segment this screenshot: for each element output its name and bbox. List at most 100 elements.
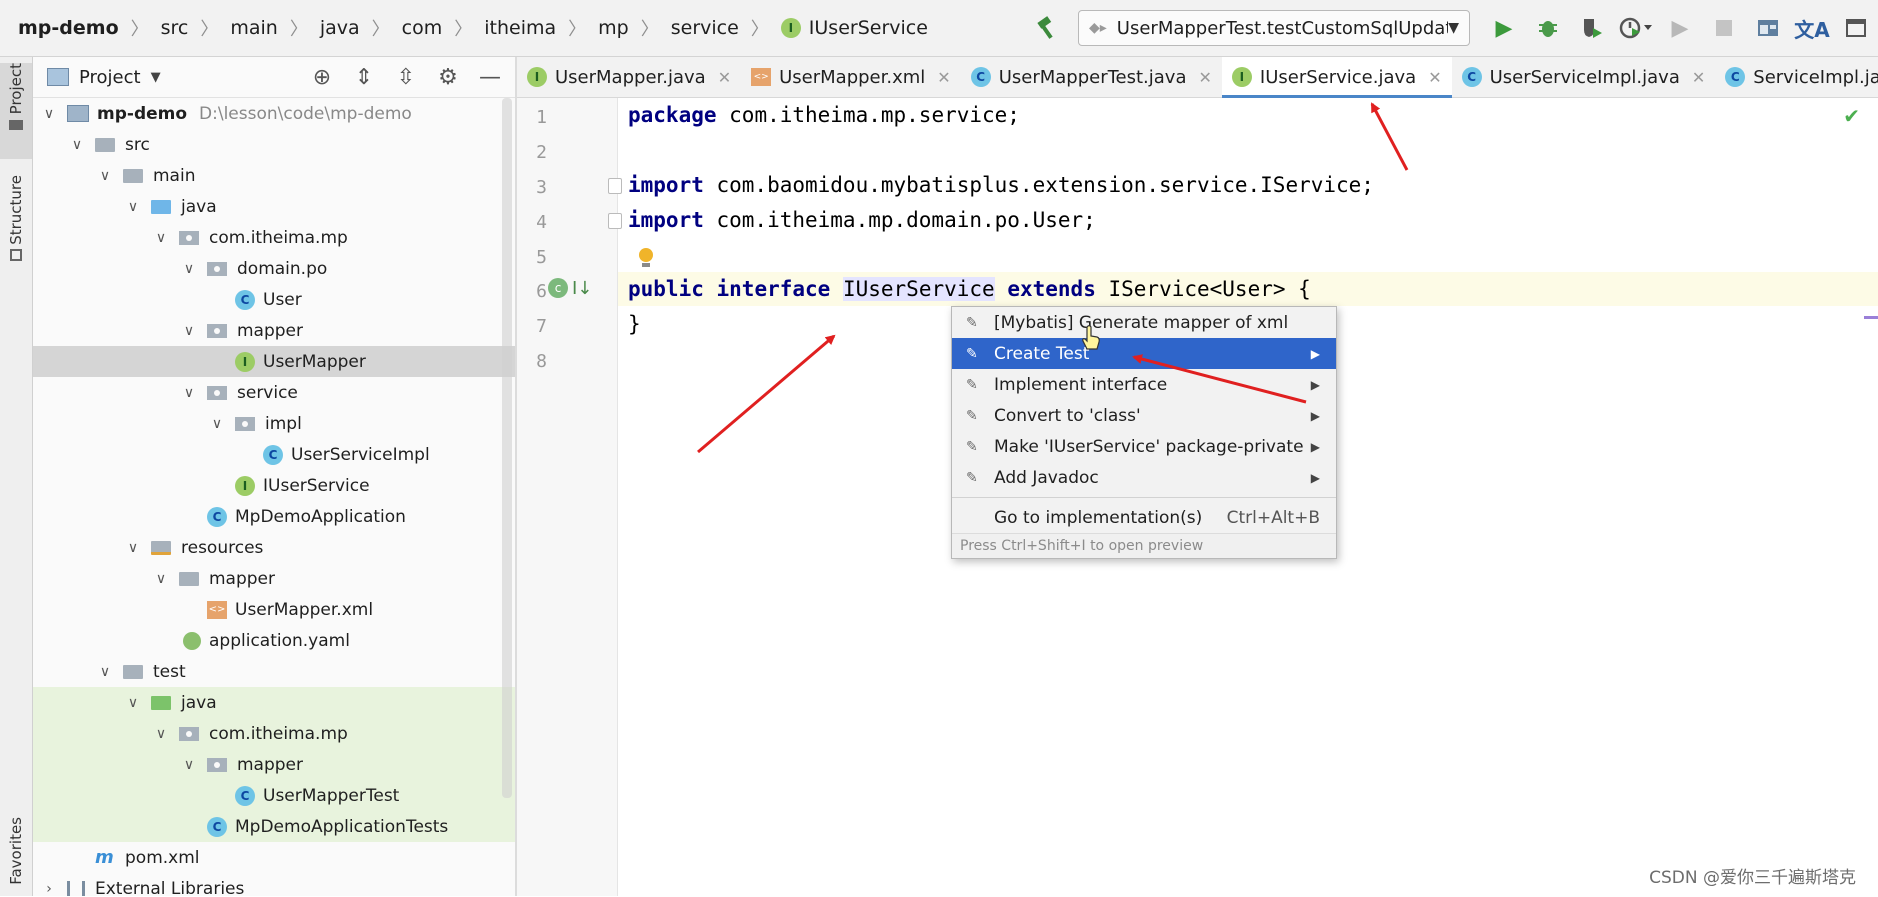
tree-row[interactable]: I UserMapper — [33, 346, 515, 377]
tree-row[interactable]: ∨ java — [33, 191, 515, 222]
tree-row[interactable]: <> UserMapper.xml — [33, 594, 515, 625]
tree-row[interactable]: ∨ service — [33, 377, 515, 408]
breadcrumb-item[interactable]: itheima — [484, 17, 556, 39]
tree-row[interactable]: C MpDemoApplication — [33, 501, 515, 532]
breadcrumb-item[interactable]: src — [161, 17, 189, 39]
tree-row[interactable]: ∨ main — [33, 160, 515, 191]
tree-row[interactable]: ∨ java — [33, 687, 515, 718]
breadcrumb-item[interactable]: service — [671, 17, 739, 39]
menu-item[interactable]: ✎ Convert to 'class' ▶ — [952, 400, 1336, 431]
tree-row[interactable]: ∨ com.itheima.mp — [33, 222, 515, 253]
close-icon[interactable]: ✕ — [1692, 68, 1705, 87]
hammer-icon[interactable] — [1028, 8, 1068, 48]
menu-item[interactable]: ✎ Add Javadoc ▶ — [952, 462, 1336, 493]
editor-tab[interactable]: I UserMapper.java ✕ — [517, 57, 741, 97]
chevron-down-icon[interactable]: ∨ — [95, 168, 115, 184]
tool-tab-favorites[interactable]: Favorites — [0, 817, 32, 897]
stop-icon[interactable] — [1704, 8, 1744, 48]
tree-row[interactable]: ∨ mapper — [33, 563, 515, 594]
debug-icon[interactable] — [1528, 8, 1568, 48]
chevron-down-icon[interactable]: ∨ — [95, 664, 115, 680]
chevron-down-icon[interactable]: ∨ — [151, 230, 171, 246]
tree-row[interactable]: ∨ com.itheima.mp — [33, 718, 515, 749]
tree-row[interactable]: C UserServiceImpl — [33, 439, 515, 470]
chevron-down-icon[interactable]: ∨ — [179, 261, 199, 277]
tree-row[interactable]: m pom.xml — [33, 842, 515, 873]
profile-icon[interactable] — [1616, 8, 1656, 48]
tree-row[interactable]: ∨ src — [33, 129, 515, 160]
editor-tab[interactable]: C ServiceImpl.java ✕ — [1715, 57, 1878, 97]
chevron-down-icon[interactable]: ∨ — [179, 323, 199, 339]
menu-item-selected[interactable]: ✎ Create Test ▶ — [952, 338, 1336, 369]
chevron-down-icon[interactable]: ∨ — [123, 199, 143, 215]
chevron-down-icon[interactable]: ∨ — [151, 726, 171, 742]
tool-tab-project[interactable]: Project — [0, 63, 32, 159]
close-icon[interactable]: ✕ — [718, 68, 731, 87]
minimize-icon[interactable]: — — [469, 65, 511, 90]
chevron-down-icon[interactable]: ∨ — [179, 385, 199, 401]
tree-row[interactable]: ∨ resources — [33, 532, 515, 563]
project-panel-title[interactable]: Project — [79, 67, 141, 88]
run-configuration-select[interactable]: ◆▸ UserMapperTest.testCustomSqlUpdate ▼ — [1078, 10, 1470, 46]
run-disabled-icon[interactable]: ▶ — [1660, 8, 1700, 48]
chevron-down-icon[interactable]: ∨ — [179, 757, 199, 773]
chevron-down-icon[interactable]: ∨ — [67, 137, 87, 153]
chevron-right-icon[interactable]: › — [39, 881, 59, 897]
close-icon[interactable]: ✕ — [1198, 68, 1211, 87]
close-icon[interactable]: ✕ — [1428, 68, 1441, 87]
expand-all-icon[interactable]: ⇕ — [343, 65, 385, 90]
coverage-icon[interactable] — [1572, 8, 1612, 48]
tree-row[interactable]: ∨ domain.po — [33, 253, 515, 284]
breadcrumb-item[interactable]: mp-demo — [18, 17, 119, 39]
breadcrumb-item[interactable]: mp — [598, 17, 629, 39]
tree-row[interactable]: I IUserService — [33, 470, 515, 501]
chevron-down-icon[interactable]: ∨ — [151, 571, 171, 587]
fold-marker-icon[interactable] — [608, 178, 622, 194]
menu-item-goto-implementation[interactable]: Go to implementation(s) Ctrl+Alt+B — [952, 502, 1336, 533]
editor-tab[interactable]: <> UserMapper.xml ✕ — [741, 57, 961, 97]
gear-icon[interactable]: ⚙ — [427, 65, 469, 90]
identifier-highlight[interactable]: IUserService — [842, 277, 995, 301]
implementations-marker-icon[interactable]: I↓ — [572, 278, 592, 299]
tree-row[interactable]: C UserMapperTest — [33, 780, 515, 811]
implemented-marker-icon[interactable]: c — [548, 278, 568, 298]
tree-row[interactable]: ∨ mp-demo D:\lesson\code\mp-demo — [33, 98, 515, 129]
locate-icon[interactable]: ⊕ — [301, 65, 343, 90]
menu-item[interactable]: ✎ Make 'IUserService' package-private ▶ — [952, 431, 1336, 462]
tree-row[interactable]: C User — [33, 284, 515, 315]
chevron-down-icon[interactable]: ∨ — [123, 540, 143, 556]
project-scrollbar[interactable] — [502, 98, 512, 798]
run-icon[interactable]: ▶ — [1484, 8, 1524, 48]
pencil-icon: ✎ — [966, 438, 978, 455]
menu-item[interactable]: ✎ Implement interface ▶ — [952, 369, 1336, 400]
tree-row[interactable]: ∨ test — [33, 656, 515, 687]
breadcrumb-item[interactable]: java — [320, 17, 360, 39]
fold-marker-icon[interactable] — [608, 213, 622, 229]
chevron-down-icon[interactable]: ▼ — [151, 70, 161, 85]
tree-row[interactable]: › External Libraries — [33, 873, 515, 896]
tool-tab-structure[interactable]: Structure — [0, 175, 32, 285]
project-structure-icon[interactable] — [1748, 8, 1788, 48]
breadcrumb-item[interactable]: IUserService — [809, 17, 928, 39]
structure-icon — [10, 248, 22, 261]
tree-row[interactable]: application.yaml — [33, 625, 515, 656]
tree-row-label: External Libraries — [95, 878, 245, 897]
chevron-down-icon[interactable]: ∨ — [123, 695, 143, 711]
menu-item[interactable]: ✎ [Mybatis] Generate mapper of xml — [952, 307, 1336, 338]
chevron-down-icon[interactable]: ∨ — [207, 416, 227, 432]
breadcrumb-item[interactable]: com — [402, 17, 443, 39]
chevron-down-icon[interactable]: ∨ — [39, 106, 59, 122]
editor-tab[interactable]: C UserMapperTest.java ✕ — [961, 57, 1222, 97]
lightbulb-icon[interactable] — [638, 248, 654, 268]
editor-tab-active[interactable]: I IUserService.java ✕ — [1221, 57, 1452, 98]
breadcrumb-item[interactable]: main — [230, 17, 277, 39]
collapse-all-icon[interactable]: ⇳ — [385, 65, 427, 90]
translate-icon[interactable]: 文A — [1792, 8, 1832, 48]
tree-row[interactable]: ∨ mapper — [33, 749, 515, 780]
tree-row[interactable]: C MpDemoApplicationTests — [33, 811, 515, 842]
close-icon[interactable]: ✕ — [937, 68, 950, 87]
window-icon[interactable] — [1836, 8, 1876, 48]
editor-tab[interactable]: C UserServiceImpl.java ✕ — [1452, 57, 1716, 97]
tree-row[interactable]: ∨ impl — [33, 408, 515, 439]
tree-row[interactable]: ∨ mapper — [33, 315, 515, 346]
